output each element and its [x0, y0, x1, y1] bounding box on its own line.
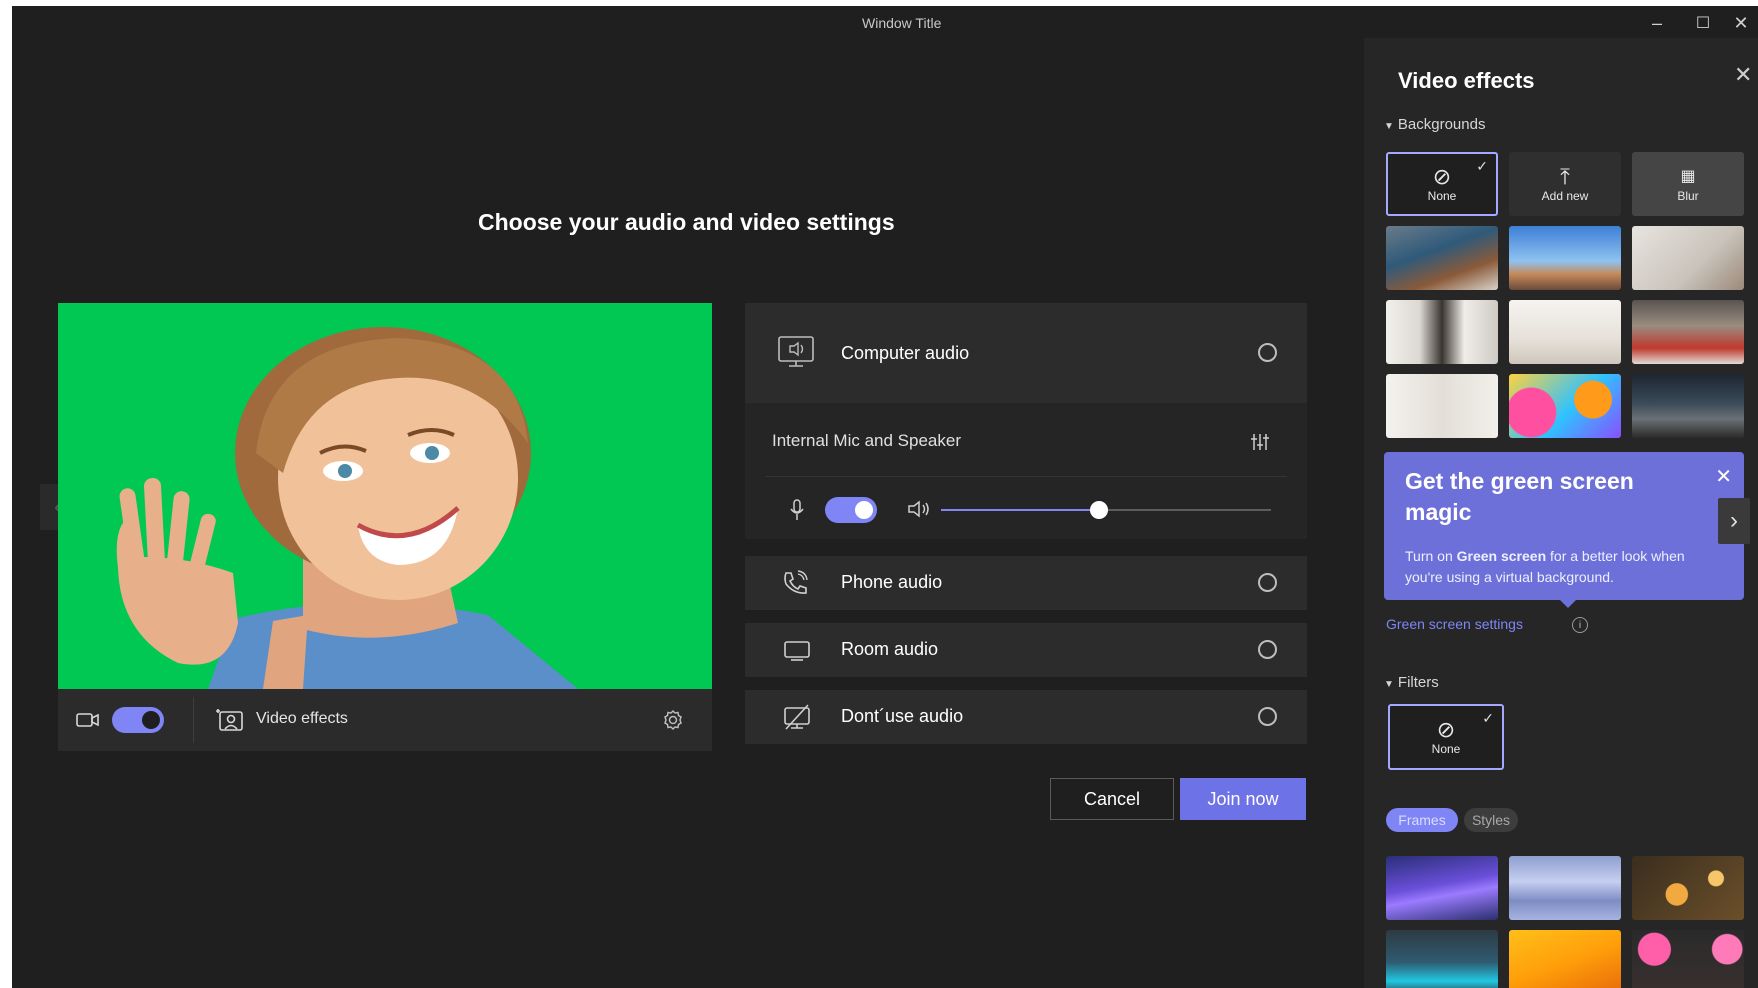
settings-gear-icon[interactable]	[662, 709, 684, 731]
video-effects-label: Video effects	[256, 710, 348, 727]
room-audio-option[interactable]: Room audio	[745, 623, 1307, 677]
video-effects-panel: Video effects ✕ ▼ Backgrounds ✓ ⊘ None ⤒ …	[1364, 38, 1758, 988]
collapse-triangle-icon: ▼	[1384, 121, 1394, 132]
filters-section-header[interactable]: ▼ Filters	[1384, 674, 1439, 691]
frame-purple-wave[interactable]	[1386, 856, 1498, 920]
frame-bokeh[interactable]	[1632, 856, 1744, 920]
background-image-landscape[interactable]	[1632, 374, 1744, 438]
background-image-doorway[interactable]	[1386, 300, 1498, 364]
backgrounds-section-header[interactable]: ▼ Backgrounds	[1384, 116, 1485, 133]
promo-pointer	[1560, 600, 1576, 608]
background-image-balloons[interactable]	[1509, 374, 1621, 438]
promo-body: Turn on Green screen for a better look w…	[1405, 546, 1705, 588]
none-icon: ⊘	[1436, 717, 1456, 742]
green-screen-settings-link[interactable]: Green screen settings	[1386, 616, 1523, 632]
background-image-white-room[interactable]	[1509, 300, 1621, 364]
info-icon[interactable]: i	[1572, 617, 1588, 633]
join-now-button[interactable]: Join now	[1180, 778, 1306, 820]
app-window: Window Title – ☐ ✕ Choose your audio and…	[12, 6, 1758, 988]
device-divider	[765, 476, 1287, 477]
video-toolbar: Video effects	[58, 689, 712, 751]
page-title: Choose your audio and video settings	[478, 209, 895, 235]
background-image-minimal[interactable]	[1386, 374, 1498, 438]
volume-slider[interactable]	[941, 501, 1271, 519]
backgrounds-header-label: Backgrounds	[1397, 116, 1486, 133]
device-settings-box: Internal Mic and Speaker	[745, 403, 1307, 539]
no-audio-radio[interactable]	[1258, 707, 1277, 726]
room-audio-label: Room audio	[841, 639, 939, 659]
phone-audio-radio[interactable]	[1258, 573, 1277, 592]
panel-title: Video effects	[1398, 68, 1535, 93]
frame-orange-wave[interactable]	[1509, 930, 1621, 988]
bg-add-new-label: Add new	[1541, 189, 1589, 203]
blur-icon: ▦	[1680, 168, 1696, 185]
promo-title: Get the green screen magic	[1405, 468, 1634, 525]
bg-none-label: None	[1427, 189, 1457, 203]
device-name: Internal Mic and Speaker	[772, 431, 961, 450]
microphone-toggle[interactable]	[825, 497, 877, 523]
filter-none-label: None	[1431, 742, 1461, 756]
collapse-triangle-icon: ▼	[1384, 679, 1394, 690]
tab-styles[interactable]: Styles	[1464, 808, 1518, 832]
background-image-room[interactable]	[1632, 226, 1744, 290]
phone-audio-label: Phone audio	[841, 572, 943, 592]
no-audio-option[interactable]: Dont´use audio	[745, 690, 1307, 744]
video-effects-icon	[216, 709, 243, 731]
volume-slider-fill	[941, 509, 1100, 511]
no-audio-label: Dont´use audio	[841, 706, 964, 726]
monitor-icon	[784, 641, 810, 661]
window-title: Window Title	[862, 15, 942, 31]
bg-blur-label: Blur	[1677, 189, 1699, 203]
camera-icon	[76, 713, 99, 727]
upload-icon: ⤒	[1560, 164, 1570, 189]
minimize-button[interactable]: –	[1640, 10, 1674, 36]
computer-audio-option[interactable]: Computer audio	[745, 303, 1307, 403]
close-panel-icon[interactable]: ✕	[1734, 62, 1752, 88]
background-image-loft[interactable]	[1632, 300, 1744, 364]
filters-header-label: Filters	[1397, 674, 1439, 691]
close-window-button[interactable]: ✕	[1724, 10, 1758, 36]
filter-none-tile[interactable]: ✓ ⊘ None	[1388, 704, 1504, 770]
checkmark-icon: ✓	[1476, 158, 1488, 174]
video-effects-button[interactable]: Video effects	[214, 701, 364, 739]
background-add-new-tile[interactable]: ⤒ Add new	[1509, 152, 1621, 216]
background-blur-tile[interactable]: ▦ Blur	[1632, 152, 1744, 216]
person-waving-image	[116, 327, 578, 689]
cancel-button[interactable]: Cancel	[1050, 778, 1174, 820]
no-audio-icon	[784, 704, 810, 730]
phone-icon	[784, 570, 808, 594]
green-screen-promo-card: Get the green screen magic ✕ Turn on Gre…	[1384, 452, 1744, 608]
background-none-tile[interactable]: ✓ ⊘ None	[1386, 152, 1498, 216]
video-preview	[58, 303, 712, 689]
phone-audio-option[interactable]: Phone audio	[745, 556, 1307, 610]
checkmark-icon: ✓	[1482, 710, 1494, 726]
next-arrow-icon[interactable]: ›	[1718, 498, 1750, 544]
computer-speaker-icon	[778, 336, 814, 367]
promo-body-bold: Green screen	[1456, 548, 1547, 564]
speaker-volume-icon	[908, 500, 929, 518]
computer-audio-label: Computer audio	[841, 343, 970, 363]
tab-frames[interactable]: Frames	[1386, 808, 1458, 832]
room-audio-radio[interactable]	[1258, 640, 1277, 659]
volume-slider-thumb[interactable]	[1090, 501, 1109, 519]
frame-lavender-wave[interactable]	[1509, 856, 1621, 920]
device-settings-sliders-icon[interactable]	[1250, 433, 1270, 451]
microphone-icon	[790, 499, 804, 520]
none-icon: ⊘	[1432, 164, 1452, 189]
toolbar-divider	[193, 697, 194, 743]
computer-audio-radio[interactable]	[1258, 343, 1277, 362]
frame-teal-wave[interactable]	[1386, 930, 1498, 988]
background-image-office[interactable]	[1386, 226, 1498, 290]
close-promo-icon[interactable]: ✕	[1715, 464, 1732, 489]
promo-body-pre: Turn on	[1405, 548, 1457, 564]
camera-toggle[interactable]	[112, 707, 164, 733]
frame-pink-confetti[interactable]	[1632, 930, 1744, 988]
maximize-button[interactable]: ☐	[1686, 10, 1720, 36]
background-image-beach[interactable]	[1509, 226, 1621, 290]
